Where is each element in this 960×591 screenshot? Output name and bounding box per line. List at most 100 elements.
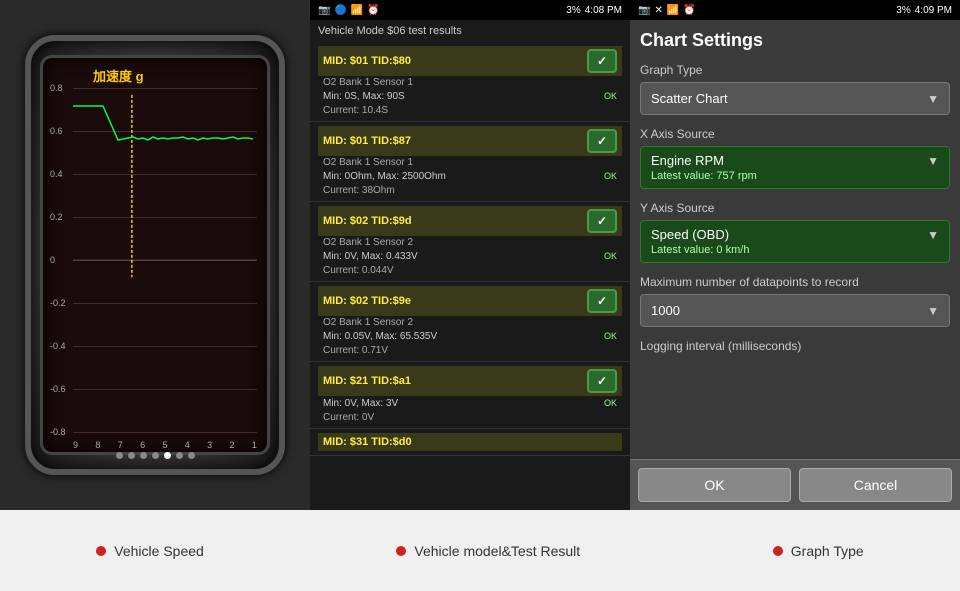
test-item-1-midtid: MID: $01 TID:$80 bbox=[323, 55, 411, 67]
grid-line-8 bbox=[73, 432, 257, 433]
status-icon-wifi-p3: 📶 bbox=[667, 5, 679, 16]
test-item-6-header: MID: $31 TID:$d0 bbox=[318, 433, 622, 451]
test-item-1-range: Min: 0S, Max: 90S bbox=[323, 91, 405, 102]
test-item-3-detail: Min: 0V, Max: 0.433V OK bbox=[318, 249, 622, 264]
test-ok-label-1: OK bbox=[604, 91, 617, 102]
test-item-3: MID: $02 TID:$9d ✓ O2 Bank 1 Sensor 2 Mi… bbox=[310, 202, 630, 282]
y-axis-value: Speed (OBD) bbox=[651, 227, 729, 242]
label-test-result: Vehicle model&Test Result bbox=[414, 543, 580, 559]
x-label-7: 7 bbox=[118, 440, 123, 450]
max-datapoints-chevron: ▼ bbox=[927, 304, 939, 318]
time-p3: 4:09 PM bbox=[915, 5, 952, 16]
max-datapoints-dropdown[interactable]: 1000 ▼ bbox=[640, 294, 950, 327]
y-label-n02: -0.2 bbox=[50, 298, 66, 308]
y-label-n04: -0.4 bbox=[50, 341, 66, 351]
x-label-9: 9 bbox=[73, 440, 78, 450]
status-icon-wifi: 📶 bbox=[351, 5, 363, 16]
dot-1 bbox=[96, 546, 106, 556]
checkmark-5: ✓ bbox=[597, 374, 607, 388]
status-icon-alarm-p3: ⏰ bbox=[683, 5, 695, 16]
test-item-6: MID: $31 TID:$d0 bbox=[310, 429, 630, 456]
x-axis-label: X Axis Source bbox=[640, 127, 950, 141]
test-item-5-range: Min: 0V, Max: 3V bbox=[323, 398, 398, 409]
test-item-1-header: MID: $01 TID:$80 ✓ bbox=[318, 46, 622, 76]
test-item-2-midtid: MID: $01 TID:$87 bbox=[323, 135, 411, 147]
test-item-1-sensor: O2 Bank 1 Sensor 1 bbox=[318, 76, 622, 89]
x-label-1: 1 bbox=[252, 440, 257, 450]
checkmark-2: ✓ bbox=[597, 134, 607, 148]
y-label-04: 0.4 bbox=[50, 169, 63, 179]
status-bar-left-p2: 📷 🔵 📶 ⏰ bbox=[318, 5, 380, 16]
cancel-button[interactable]: Cancel bbox=[799, 468, 952, 502]
dot-2 bbox=[396, 546, 406, 556]
y-label-02: 0.2 bbox=[50, 212, 63, 222]
status-bar-p3: 📷 ✕ 📶 ⏰ 3% 4:09 PM bbox=[630, 0, 960, 20]
graph-type-dropdown[interactable]: Scatter Chart ▼ bbox=[640, 82, 950, 115]
test-item-3-header: MID: $02 TID:$9d ✓ bbox=[318, 206, 622, 236]
y-label-08: 0.8 bbox=[50, 83, 63, 93]
status-icon-camera-p3: 📷 bbox=[638, 5, 650, 16]
time-p2: 4:08 PM bbox=[585, 5, 622, 16]
bottom-label-2: Vehicle model&Test Result bbox=[396, 543, 580, 559]
test-item-4-midtid: MID: $02 TID:$9e bbox=[323, 295, 411, 307]
pager-dot-6 bbox=[176, 452, 183, 459]
test-item-4-detail: Min: 0.05V, Max: 65.535V OK bbox=[318, 329, 622, 344]
test-item-2-current: Current: 38Ohm bbox=[318, 184, 622, 197]
test-results-list[interactable]: MID: $01 TID:$80 ✓ O2 Bank 1 Sensor 1 Mi… bbox=[310, 42, 630, 510]
network-signal: 3% bbox=[566, 5, 580, 16]
test-ok-label-2: OK bbox=[604, 171, 617, 182]
ok-button[interactable]: OK bbox=[638, 468, 791, 502]
chart-svg bbox=[73, 88, 257, 432]
ok-badge-3: ✓ bbox=[587, 209, 617, 233]
graph-type-label: Graph Type bbox=[640, 63, 950, 77]
panel-vehicle-speed: 加速度 g 0.8 0.6 0.4 0.2 0 -0.2 -0.4 -0.6 -… bbox=[0, 0, 310, 510]
checkmark-1: ✓ bbox=[597, 54, 607, 68]
checkmark-3: ✓ bbox=[597, 214, 607, 228]
status-icon-camera: 📷 bbox=[318, 5, 330, 16]
speed-chart: 加速度 g 0.8 0.6 0.4 0.2 0 -0.2 -0.4 -0.6 -… bbox=[40, 55, 270, 455]
x-axis-chevron: ▼ bbox=[927, 154, 939, 168]
test-item-2-detail: Min: 0Ohm, Max: 2500Ohm OK bbox=[318, 169, 622, 184]
chart-title: 加速度 g bbox=[93, 66, 144, 85]
test-item-2-header: MID: $01 TID:$87 ✓ bbox=[318, 126, 622, 156]
pager-dot-5 bbox=[164, 452, 171, 459]
test-item-5-header: MID: $21 TID:$a1 ✓ bbox=[318, 366, 622, 396]
pager-dot-1 bbox=[116, 452, 123, 459]
test-item-5-midtid: MID: $21 TID:$a1 bbox=[323, 375, 411, 387]
test-item-1-current: Current: 10.4S bbox=[318, 104, 622, 117]
max-datapoints-label: Maximum number of datapoints to record bbox=[640, 275, 950, 289]
test-item-3-current: Current: 0.044V bbox=[318, 264, 622, 277]
bottom-label-3: Graph Type bbox=[773, 543, 864, 559]
panel-chart-settings: 📷 ✕ 📶 ⏰ 3% 4:09 PM Chart Settings Graph … bbox=[630, 0, 960, 510]
test-ok-label-4: OK bbox=[604, 331, 617, 342]
pager-dot-7 bbox=[188, 452, 195, 459]
graph-type-chevron: ▼ bbox=[927, 92, 939, 106]
pager-dot-2 bbox=[128, 452, 135, 459]
test-item-2-sensor: O2 Bank 1 Sensor 1 bbox=[318, 156, 622, 169]
test-item-4: MID: $02 TID:$9e ✓ O2 Bank 1 Sensor 2 Mi… bbox=[310, 282, 630, 362]
test-item-2: MID: $01 TID:$87 ✓ O2 Bank 1 Sensor 1 Mi… bbox=[310, 122, 630, 202]
x-axis-dropdown[interactable]: Engine RPM ▼ Latest value: 757 rpm bbox=[640, 146, 950, 189]
dot-3 bbox=[773, 546, 783, 556]
test-item-3-range: Min: 0V, Max: 0.433V bbox=[323, 251, 418, 262]
ok-badge-5: ✓ bbox=[587, 369, 617, 393]
battery-p3: 3% bbox=[896, 5, 910, 16]
test-ok-label-5: OK bbox=[604, 398, 617, 409]
y-label-n06: -0.6 bbox=[50, 384, 66, 394]
status-bar-right-p2: 3% 4:08 PM bbox=[566, 5, 622, 16]
status-icon-alarm: ⏰ bbox=[367, 5, 379, 16]
chart-settings-body: Chart Settings Graph Type Scatter Chart … bbox=[630, 20, 960, 459]
test-item-4-current: Current: 0.71V bbox=[318, 344, 622, 357]
checkmark-4: ✓ bbox=[597, 294, 607, 308]
y-axis-dropdown[interactable]: Speed (OBD) ▼ Latest value: 0 km/h bbox=[640, 220, 950, 263]
x-label-5: 5 bbox=[162, 440, 167, 450]
test-item-3-midtid: MID: $02 TID:$9d bbox=[323, 215, 412, 227]
test-ok-label-3: OK bbox=[604, 251, 617, 262]
test-item-5: MID: $21 TID:$a1 ✓ Min: 0V, Max: 3V OK C… bbox=[310, 362, 630, 429]
bottom-labels: Vehicle Speed Vehicle model&Test Result … bbox=[0, 510, 960, 591]
settings-title: Chart Settings bbox=[640, 30, 950, 51]
panel2-title: Vehicle Mode $06 test results bbox=[310, 20, 630, 42]
y-label-n08: -0.8 bbox=[50, 427, 66, 437]
y-axis-chevron: ▼ bbox=[927, 228, 939, 242]
test-item-4-sensor: O2 Bank 1 Sensor 2 bbox=[318, 316, 622, 329]
